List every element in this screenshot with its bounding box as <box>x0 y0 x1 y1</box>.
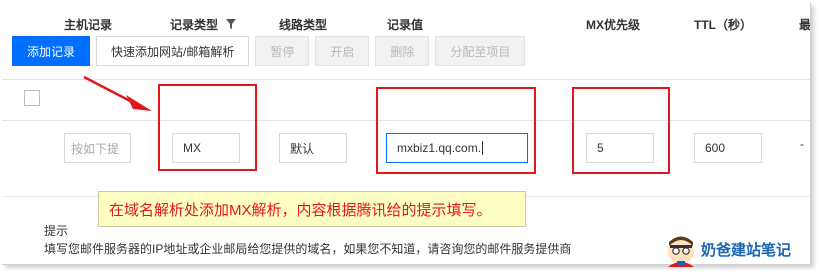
delete-button[interactable]: 删除 <box>375 36 430 66</box>
row-last-cell: - <box>800 137 804 151</box>
annotation-note: 在域名解析处添加MX解析，内容根据腾讯给的提示填写。 <box>98 191 526 227</box>
host-input[interactable]: 按如下提 <box>64 133 131 163</box>
highlight-mx-priority <box>572 87 670 174</box>
watermark: 奶爸建站笔记 <box>663 231 791 267</box>
watermark-name: 奶爸建站笔记 <box>701 241 792 259</box>
header-record-type-label: 记录类型 <box>170 18 219 32</box>
highlight-record-type <box>158 84 257 171</box>
select-all-checkbox[interactable] <box>24 90 40 106</box>
header-last-partial: 最 <box>799 18 811 32</box>
highlight-record-value <box>376 87 536 174</box>
red-arrow-icon <box>83 75 152 111</box>
quick-add-button[interactable]: 快速添加网站/邮箱解析 <box>96 36 250 66</box>
assign-project-button[interactable]: 分配至项目 <box>435 36 526 66</box>
header-mx-priority: MX优先级 <box>586 18 641 32</box>
filter-icon[interactable] <box>226 18 237 32</box>
add-record-button[interactable]: 添加记录 <box>12 36 91 66</box>
header-line-type: 线路类型 <box>279 18 328 32</box>
header-host: 主机记录 <box>64 18 113 32</box>
header-record-value: 记录值 <box>387 18 424 32</box>
enable-button[interactable]: 开启 <box>315 36 370 66</box>
line-type-select[interactable]: 默认 <box>279 133 347 163</box>
hint-text: 填写您邮件服务器的IP地址或企业邮局给您提供的域名，如果您不知道，请咨询您的邮件… <box>44 242 572 256</box>
header-ttl: TTL（秒） <box>694 18 752 32</box>
pause-button[interactable]: 暂停 <box>255 36 310 66</box>
hint-title: 提示 <box>44 224 69 238</box>
dns-record-panel: 添加记录 快速添加网站/邮箱解析 暂停 开启 删除 分配至项目 主机记录 记录类… <box>2 3 811 265</box>
header-record-type: 记录类型 <box>170 16 237 33</box>
mascot-avatar-icon <box>668 236 694 267</box>
toolbar: 添加记录 快速添加网站/邮箱解析 暂停 开启 删除 分配至项目 <box>12 36 526 66</box>
ttl-input[interactable]: 600 <box>694 133 762 163</box>
